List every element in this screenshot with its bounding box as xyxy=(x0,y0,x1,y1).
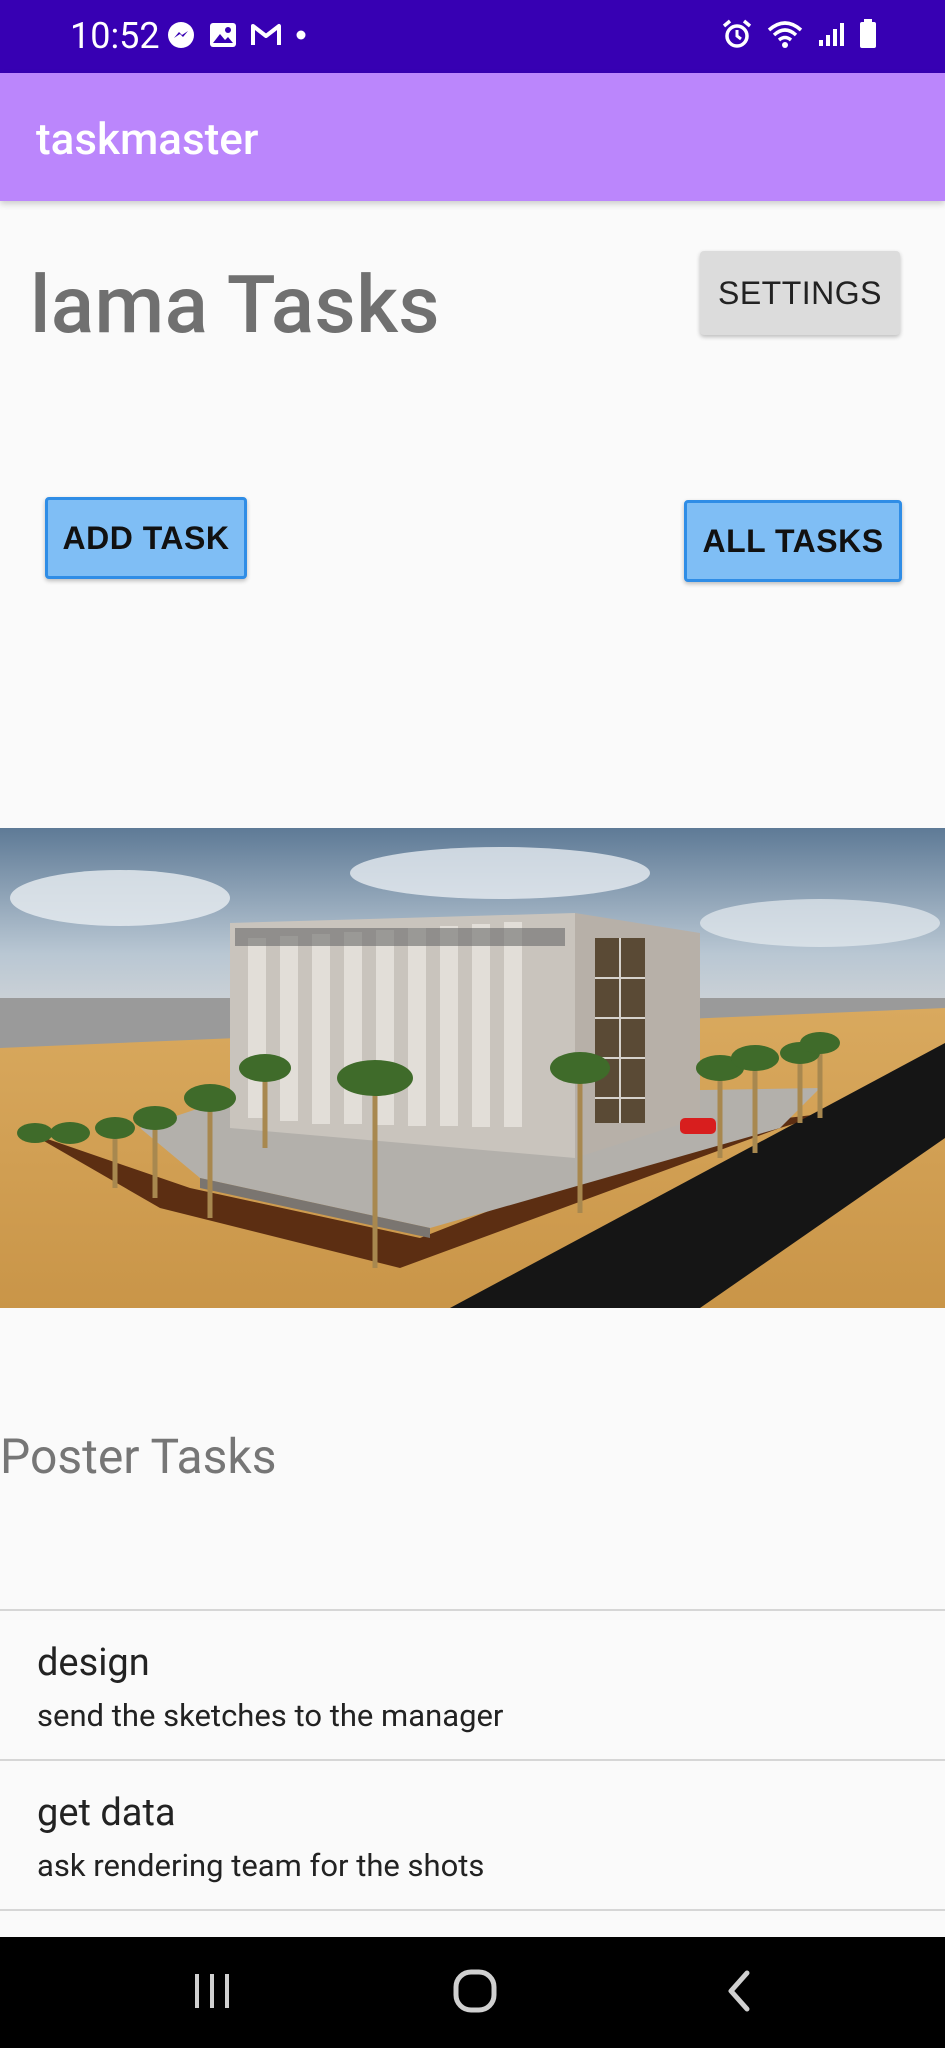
status-bar: 10:52 xyxy=(0,0,945,73)
all-tasks-button[interactable]: ALL TASKS xyxy=(684,500,902,582)
section-heading: Poster Tasks xyxy=(0,1428,277,1485)
battery-icon xyxy=(860,19,876,48)
task-list: design send the sketches to the manager … xyxy=(0,1609,945,1911)
alarm-icon xyxy=(722,19,752,48)
gmail-icon xyxy=(251,24,281,45)
system-icons xyxy=(721,18,877,50)
add-task-button[interactable]: ADD TASK xyxy=(45,497,247,579)
recent-apps-icon[interactable] xyxy=(162,1955,262,2027)
status-time: 10:52 xyxy=(70,15,160,57)
page-heading: lama Tasks xyxy=(30,258,441,352)
signal-icon xyxy=(819,23,844,46)
task-body: ask rendering team for the shots xyxy=(37,1847,485,1884)
gallery-icon xyxy=(210,23,236,47)
app-title: taskmaster xyxy=(36,113,259,165)
app-bar: taskmaster xyxy=(0,73,945,201)
dot-icon xyxy=(296,30,306,40)
building-rendering-image xyxy=(0,828,945,1308)
task-title: design xyxy=(37,1641,150,1685)
back-icon[interactable] xyxy=(690,1955,790,2027)
task-item[interactable]: get data ask rendering team for the shot… xyxy=(0,1761,945,1911)
wifi-icon xyxy=(767,21,803,48)
notification-icons xyxy=(166,20,308,50)
task-title: get data xyxy=(37,1791,176,1835)
navigation-bar xyxy=(0,1937,945,2048)
task-body: send the sketches to the manager xyxy=(37,1697,504,1734)
task-item[interactable]: design send the sketches to the manager xyxy=(0,1611,945,1761)
messenger-icon xyxy=(168,22,194,48)
settings-button[interactable]: SETTINGS xyxy=(700,251,900,335)
home-icon[interactable] xyxy=(425,1955,525,2027)
